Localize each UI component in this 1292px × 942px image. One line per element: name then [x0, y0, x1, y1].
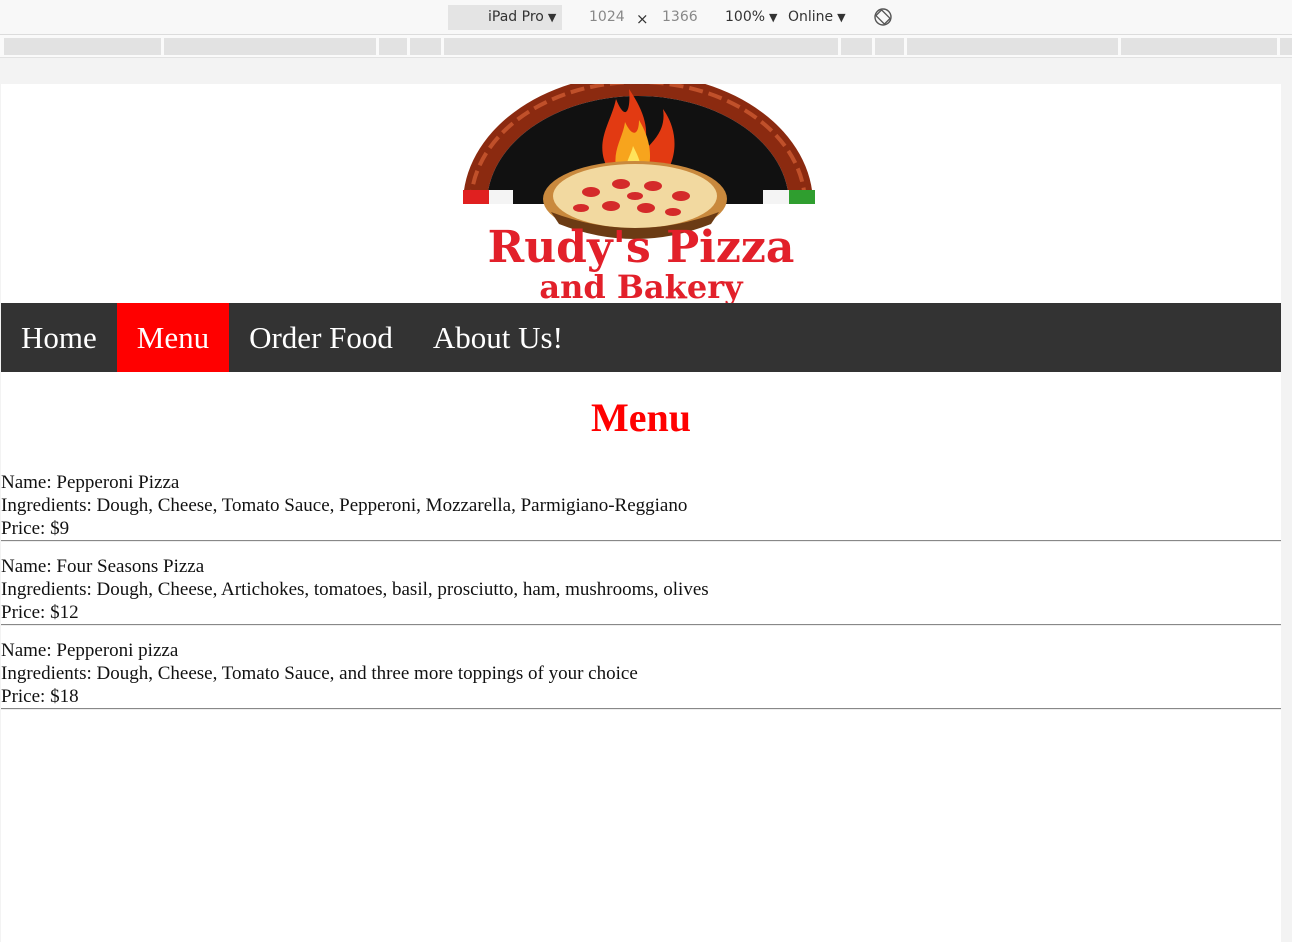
- menu-item-name: Name: Pepperoni pizza: [1, 640, 179, 661]
- chevron-down-icon: ▼: [837, 11, 846, 24]
- viewport-edge: [1281, 84, 1292, 942]
- pizza-logo: Rudy's Pizza and Bakery: [463, 84, 815, 303]
- network-throttle-select[interactable]: Online ▼: [788, 9, 846, 25]
- menu-item: Name: Pepperoni pizza Ingredients: Dough…: [1, 639, 1281, 710]
- media-query-segment[interactable]: [164, 38, 376, 55]
- chevron-down-icon: ▼: [547, 11, 557, 24]
- media-query-segment[interactable]: [1280, 38, 1292, 55]
- zoom-label: 100%: [725, 9, 766, 25]
- divider: [1, 708, 1281, 710]
- media-query-segment[interactable]: [379, 38, 407, 55]
- menu-item: Name: Pepperoni Pizza Ingredients: Dough…: [1, 471, 1281, 542]
- menu-item-ingredients: Ingredients: Dough, Cheese, Tomato Sauce…: [1, 495, 688, 516]
- divider: [1, 540, 1281, 542]
- media-query-bar: [0, 35, 1292, 58]
- logo-subtitle: and Bakery: [539, 268, 744, 303]
- page-viewport: Rudy's Pizza and Bakery Home Menu Order …: [1, 84, 1281, 942]
- nav-home[interactable]: Home: [1, 303, 117, 372]
- media-query-segment[interactable]: [410, 38, 441, 55]
- media-query-segment[interactable]: [4, 38, 161, 55]
- media-query-segment[interactable]: [1121, 38, 1277, 55]
- menu-item-ingredients: Ingredients: Dough, Cheese, Artichokes, …: [1, 579, 709, 600]
- menu-list: Name: Pepperoni Pizza Ingredients: Dough…: [1, 471, 1281, 723]
- menu-item: Name: Four Seasons Pizza Ingredients: Do…: [1, 555, 1281, 626]
- menu-item-price: Price: $9: [1, 518, 70, 539]
- main-nav: Home Menu Order Food About Us!: [1, 303, 1281, 372]
- menu-item-name: Name: Four Seasons Pizza: [1, 556, 205, 577]
- device-select-label: iPad Pro: [488, 9, 544, 25]
- height-input[interactable]: 1366: [662, 9, 698, 25]
- divider: [1, 624, 1281, 626]
- logo-title: Rudy's Pizza: [488, 222, 795, 273]
- zoom-select[interactable]: 100% ▼: [725, 9, 778, 25]
- width-input[interactable]: 1024: [589, 9, 625, 25]
- media-query-segment[interactable]: [444, 38, 838, 55]
- menu-item-price: Price: $18: [1, 686, 79, 707]
- menu-item-name: Name: Pepperoni Pizza: [1, 472, 180, 493]
- media-query-segment[interactable]: [907, 38, 1118, 55]
- page-title: Menu: [591, 395, 691, 440]
- nav-about-us[interactable]: About Us!: [413, 303, 583, 372]
- viewport-gutter: [0, 58, 1292, 84]
- media-query-segment[interactable]: [841, 38, 872, 55]
- rotate-icon[interactable]: [872, 6, 894, 28]
- chevron-down-icon: ▼: [769, 11, 778, 24]
- media-query-segment[interactable]: [875, 38, 904, 55]
- dimension-separator: ×: [636, 10, 649, 28]
- device-select[interactable]: iPad Pro ▼: [448, 5, 562, 30]
- menu-item-ingredients: Ingredients: Dough, Cheese, Tomato Sauce…: [1, 663, 638, 684]
- nav-order-food[interactable]: Order Food: [229, 303, 413, 372]
- nav-menu[interactable]: Menu: [116, 303, 230, 372]
- menu-item-price: Price: $12: [1, 602, 79, 623]
- device-toolbar: iPad Pro ▼ 1024 × 1366 100% ▼ Online ▼: [0, 0, 1292, 35]
- network-label: Online: [788, 9, 834, 25]
